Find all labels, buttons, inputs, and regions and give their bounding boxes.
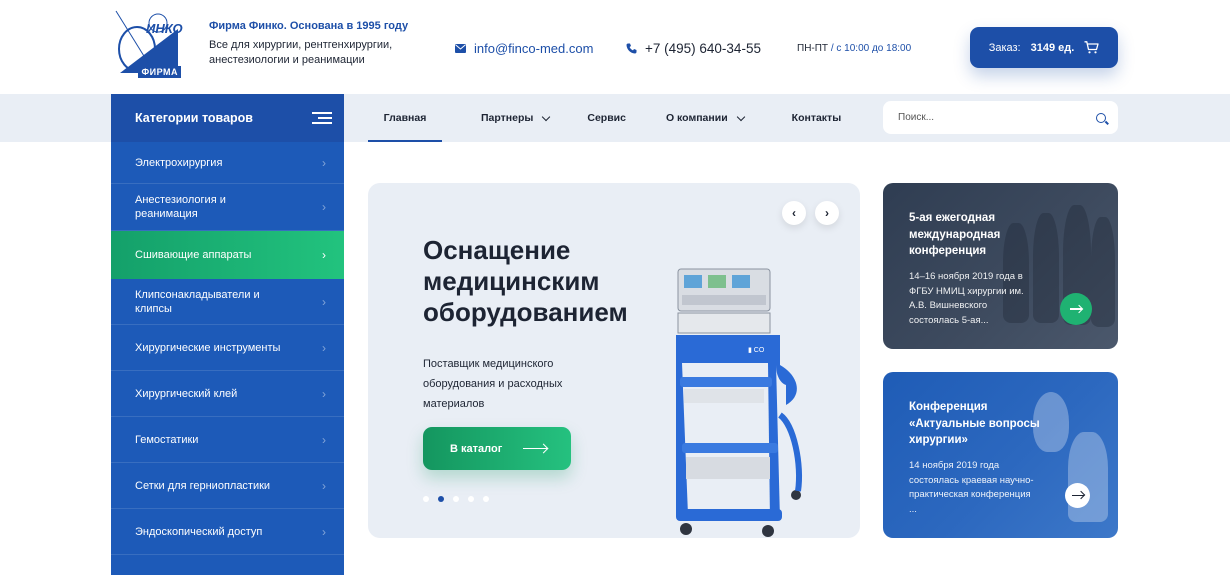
catalog-button-label: В каталог <box>450 442 503 455</box>
chevron-right-icon: › <box>825 206 829 220</box>
nav-item-label: О компании <box>665 112 728 124</box>
envelope-icon <box>455 44 466 53</box>
news-open-button[interactable] <box>1065 483 1090 508</box>
hero-slider: Оснащение медицинским оборудованием Пост… <box>368 183 860 538</box>
slider-dot[interactable] <box>453 496 459 502</box>
chevron-right-icon: › <box>322 478 326 493</box>
medical-cart-image: ▮ CO <box>676 268 803 537</box>
sidebar-item-label: Анестезиология и реанимация <box>135 194 226 220</box>
company-logo[interactable]: ИНКО ФИРМА <box>112 9 183 80</box>
sidebar-item-instruments[interactable]: Хирургические инструменты › <box>111 325 344 371</box>
sidebar-item-electrosurgery[interactable]: Электрохирургия › <box>111 142 344 184</box>
nav-item-about[interactable]: О компании <box>645 94 763 142</box>
chevron-right-icon: › <box>322 340 326 355</box>
hero-subtitle: Поставщик медицинского оборудования и ра… <box>423 358 563 410</box>
company-description: Все для хирургии, рентгенхирургии, анест… <box>209 39 393 66</box>
chevron-right-icon: › <box>322 294 326 309</box>
arrow-right-icon <box>1070 308 1082 310</box>
sidebar-item-hemostatics[interactable]: Гемостатики › <box>111 417 344 463</box>
nav-item-label: Партнеры <box>481 112 534 124</box>
sidebar-item-label: Эндоскопический доступ <box>135 525 263 538</box>
nav-item-label: Главная <box>383 112 427 124</box>
chevron-right-icon: › <box>322 248 326 262</box>
nav-item-partners[interactable]: Партнеры <box>442 94 568 142</box>
sidebar-item-staplers[interactable]: Сшивающие аппараты › <box>111 231 344 279</box>
cart-label: Заказ: <box>988 41 1021 54</box>
chevron-down-icon <box>542 112 551 121</box>
news-card[interactable]: Конференция «Актуальные вопросы хирургии… <box>883 372 1118 538</box>
search-icon[interactable] <box>1096 112 1106 123</box>
photo-silhouette <box>1091 217 1115 327</box>
sidebar-item-hernia-meshes[interactable]: Сетки для герниопластики › <box>111 463 344 509</box>
cart-button[interactable]: Заказ: 3149 ед. <box>970 27 1118 68</box>
sidebar-item-label: Клипсонакладыватели и клипсы <box>135 288 260 315</box>
sidebar-item-endoscopic[interactable]: Эндоскопический доступ › <box>111 509 344 555</box>
sidebar-item-surgical-glue[interactable]: Хирургический клей › <box>111 371 344 417</box>
company-founded: Фирма Финко. Основана в 1995 году <box>209 20 409 32</box>
logo-text: ИНКО <box>146 21 183 36</box>
cart-count: 3149 ед. <box>1030 41 1075 54</box>
hamburger-menu-icon[interactable] <box>312 111 332 125</box>
nav-item-label: Сервис <box>587 112 626 124</box>
slider-prev-button[interactable]: ‹ <box>782 201 806 225</box>
company-tagline: Фирма Финко. Основана в 1995 году Все дл… <box>209 19 409 68</box>
search-box[interactable] <box>883 101 1118 134</box>
category-sidebar: Категории товаров Электрохирургия › Анес… <box>111 94 344 575</box>
nav-item-label: Контакты <box>791 112 842 124</box>
sidebar-item-label: Гемостатики <box>135 433 199 446</box>
logo-brand: ФИРМА <box>138 66 181 78</box>
arrow-right-icon <box>523 447 547 450</box>
sidebar-item-anesthesiology[interactable]: Анестезиология и реанимация › <box>111 184 344 231</box>
working-hours: ПН-ПТ / с 10:00 до 18:00 <box>797 43 911 54</box>
sidebar-title: Категории товаров <box>135 111 253 125</box>
phone-contact[interactable]: +7 (495) 640-34-55 <box>626 41 761 56</box>
news-card[interactable]: 5-ая ежегодная международная конференция… <box>883 183 1118 349</box>
chevron-down-icon <box>736 112 745 121</box>
slider-dot[interactable] <box>468 496 474 502</box>
slider-dot[interactable] <box>438 496 444 502</box>
shopping-cart-icon <box>1084 41 1099 54</box>
hero-title: Оснащение медицинским оборудованием <box>423 235 628 327</box>
email-link[interactable]: info@finco-med.com <box>474 41 593 56</box>
chevron-left-icon: ‹ <box>792 206 796 220</box>
photo-silhouette <box>1068 432 1108 522</box>
phone-icon <box>626 43 637 54</box>
site-header: ИНКО ФИРМА Фирма Финко. Основана в 1995 … <box>0 0 1230 94</box>
hours-days: ПН-ПТ <box>797 43 829 54</box>
chevron-right-icon: › <box>322 432 326 447</box>
nav-item-service[interactable]: Сервис <box>568 94 645 142</box>
chevron-right-icon: › <box>322 200 326 214</box>
svg-text:▮ CO: ▮ CO <box>748 347 765 354</box>
hours-time: с 10:00 до 18:00 <box>836 43 912 54</box>
sidebar-item-label: Электрохирургия <box>135 156 223 169</box>
slider-dot[interactable] <box>483 496 489 502</box>
sidebar-item-label: Сетки для герниопластики <box>135 479 271 492</box>
news-title: Конференция «Актуальные вопросы хирургии… <box>909 401 1040 446</box>
news-excerpt: 14 ноября 2019 года состоялась краевая н… <box>909 460 1034 515</box>
slider-pagination <box>423 496 489 502</box>
slider-dot[interactable] <box>423 496 429 502</box>
chevron-right-icon: › <box>322 386 326 401</box>
main-menu: Главная Партнеры Сервис О компании Конта… <box>368 94 860 142</box>
nav-item-contacts[interactable]: Контакты <box>763 94 861 142</box>
news-open-button[interactable] <box>1060 293 1092 325</box>
sidebar-item-label: Сшивающие аппараты <box>135 249 252 261</box>
sidebar-item-clip-appliers[interactable]: Клипсонакладыватели и клипсы › <box>111 279 344 325</box>
arrow-right-icon <box>1071 494 1084 497</box>
catalog-button[interactable]: В каталог <box>423 427 571 470</box>
email-contact[interactable]: info@finco-med.com <box>455 41 593 56</box>
sidebar-header[interactable]: Категории товаров <box>111 94 344 142</box>
nav-item-home[interactable]: Главная <box>368 94 442 142</box>
news-excerpt: 14–16 ноября 2019 года в ФГБУ НМИЦ хирур… <box>909 271 1024 326</box>
sidebar-item-label: Хирургический клей <box>135 387 238 400</box>
chevron-right-icon: › <box>322 155 326 170</box>
slider-next-button[interactable]: › <box>815 201 839 225</box>
search-input[interactable] <box>898 112 1096 123</box>
phone-number[interactable]: +7 (495) 640-34-55 <box>645 41 761 56</box>
news-title: 5-ая ежегодная международная конференция <box>909 212 1001 257</box>
sidebar-item-label: Хирургические инструменты <box>135 341 281 354</box>
chevron-right-icon: › <box>322 524 326 539</box>
